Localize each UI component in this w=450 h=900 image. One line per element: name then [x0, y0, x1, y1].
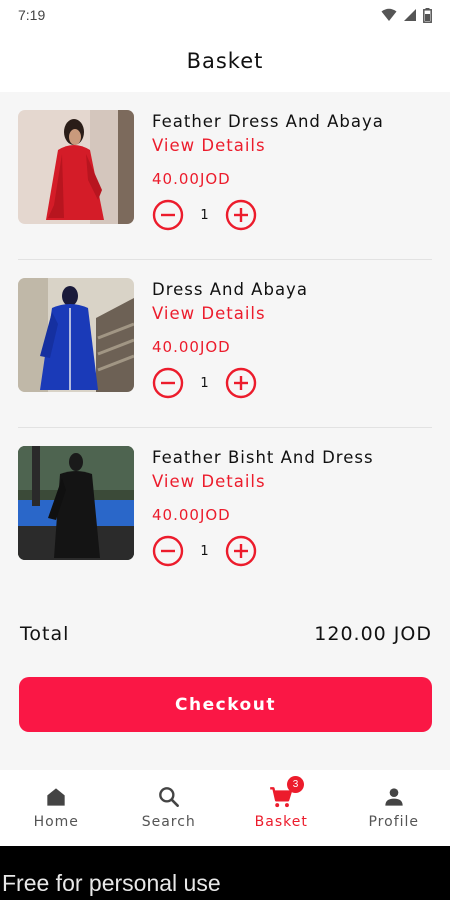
nav-basket[interactable]: 3 Basket — [225, 770, 338, 846]
product-image[interactable] — [18, 446, 134, 560]
item-name: Dress And Abaya — [152, 280, 308, 299]
battery-icon — [423, 7, 432, 23]
plus-circle-icon[interactable] — [225, 535, 257, 567]
item-price: 40.00JOD — [152, 338, 231, 356]
nav-label: Basket — [254, 814, 308, 830]
item-name: Feather Bisht And Dress — [152, 448, 374, 467]
total-label: Total — [20, 623, 70, 645]
item-info: Feather Dress And Abaya View Details 40.… — [152, 110, 432, 232]
checkout-button[interactable]: Checkout — [19, 677, 432, 732]
nav-profile[interactable]: Profile — [338, 770, 450, 846]
watermark-bar: Free for personal use — [0, 846, 450, 900]
page-title: Basket — [186, 49, 264, 73]
plus-circle-icon[interactable] — [225, 367, 257, 399]
total-row: Total 120.00 JOD — [20, 614, 432, 654]
wifi-icon — [381, 8, 397, 21]
nav-search[interactable]: Search — [113, 770, 226, 846]
watermark-text: Free for personal use — [2, 870, 221, 896]
cart-badge: 3 — [287, 776, 304, 793]
total-value: 120.00 JOD — [314, 623, 432, 645]
quantity-stepper: 1 — [152, 534, 432, 568]
status-icons — [381, 7, 432, 23]
item-info: Dress And Abaya View Details 40.00JOD 1 — [152, 278, 432, 400]
item-price: 40.00JOD — [152, 170, 231, 188]
quantity-value: 1 — [200, 375, 209, 391]
quantity-stepper: 1 — [152, 198, 432, 232]
home-icon — [47, 788, 65, 806]
bottom-nav: Home Search 3 Basket Profile — [0, 770, 450, 846]
nav-label: Profile — [368, 814, 420, 830]
nav-home[interactable]: Home — [0, 770, 113, 846]
basket-item: Feather Bisht And Dress View Details 40.… — [18, 428, 432, 596]
view-details-link[interactable]: View Details — [152, 302, 432, 326]
signal-icon — [404, 9, 416, 21]
view-details-link[interactable]: View Details — [152, 134, 432, 158]
app-header: Basket — [0, 30, 450, 92]
minus-circle-icon[interactable] — [152, 367, 184, 399]
minus-circle-icon[interactable] — [152, 535, 184, 567]
quantity-value: 1 — [200, 207, 209, 223]
quantity-value: 1 — [200, 543, 209, 559]
item-price: 40.00JOD — [152, 506, 231, 524]
minus-circle-icon[interactable] — [152, 199, 184, 231]
person-icon — [385, 788, 403, 806]
nav-label: Search — [141, 814, 196, 830]
search-icon — [158, 787, 179, 807]
quantity-stepper: 1 — [152, 366, 432, 400]
basket-item: Dress And Abaya View Details 40.00JOD 1 — [18, 260, 432, 428]
item-name: Feather Dress And Abaya — [152, 112, 384, 131]
plus-circle-icon[interactable] — [225, 199, 257, 231]
status-bar: 7:19 — [0, 0, 450, 30]
item-info: Feather Bisht And Dress View Details 40.… — [152, 446, 432, 568]
product-image[interactable] — [18, 278, 134, 392]
view-details-link[interactable]: View Details — [152, 470, 432, 494]
nav-label: Home — [33, 814, 79, 830]
product-image[interactable] — [18, 110, 134, 224]
basket-item: Feather Dress And Abaya View Details 40.… — [18, 92, 432, 260]
status-time: 7:19 — [18, 7, 46, 23]
